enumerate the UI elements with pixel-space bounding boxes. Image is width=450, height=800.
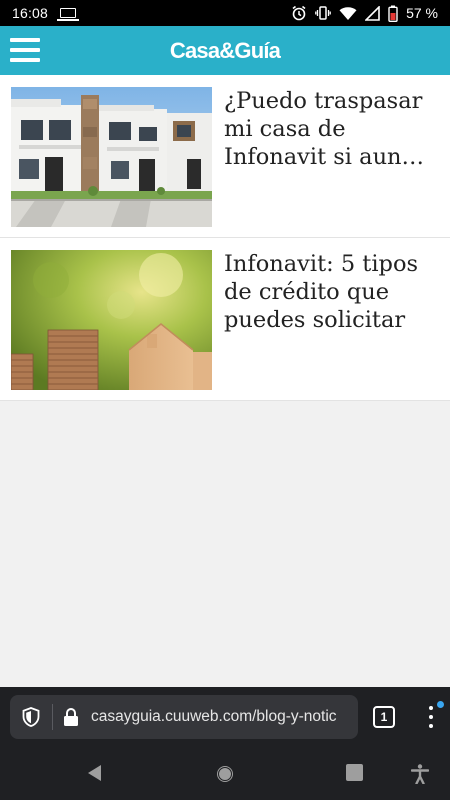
article-card[interactable]: Infonavit: 5 tipos de crédito que puedes… (0, 238, 450, 401)
app-header: Casa&Guía (0, 26, 450, 75)
article-thumbnail[interactable] (11, 250, 212, 390)
battery-percent: 57 % (406, 5, 438, 21)
status-icons: 57 % (291, 5, 438, 22)
lock-icon[interactable] (63, 707, 79, 727)
url-text[interactable]: casayguia.cuuweb.com/blog-y-notic (91, 708, 337, 726)
accessibility-icon[interactable] (410, 764, 430, 789)
status-time: 16:08 (12, 5, 49, 21)
signal-icon (365, 5, 380, 21)
site-logo[interactable]: Casa&Guía (170, 38, 281, 64)
vibrate-icon (315, 6, 331, 20)
address-divider (52, 704, 53, 730)
recents-icon[interactable] (346, 764, 363, 786)
tab-count: 1 (380, 710, 388, 724)
article-card[interactable]: ¿Puedo traspasar mi casa de Infonavit si… (0, 75, 450, 238)
update-badge (437, 701, 444, 708)
back-icon[interactable] (86, 764, 104, 787)
status-bar: 16:08 57 % (0, 0, 450, 26)
article-list: ¿Puedo traspasar mi casa de Infonavit si… (0, 75, 450, 401)
article-title[interactable]: ¿Puedo traspasar mi casa de Infonavit si… (224, 87, 439, 237)
laptop-icon (57, 8, 80, 21)
alarm-icon (292, 5, 306, 21)
system-nav-bar (0, 747, 450, 800)
shield-icon[interactable] (22, 707, 40, 727)
article-thumbnail[interactable] (11, 87, 212, 227)
tabs-icon[interactable]: 1 (373, 706, 395, 728)
hamburger-icon[interactable] (10, 38, 40, 62)
home-icon[interactable] (215, 764, 235, 789)
browser-toolbar: casayguia.cuuweb.com/blog-y-notic 1 (0, 687, 450, 747)
wifi-icon (339, 6, 357, 20)
battery-icon (388, 5, 398, 22)
more-icon[interactable] (428, 706, 434, 728)
address-bar[interactable]: casayguia.cuuweb.com/blog-y-notic (10, 695, 358, 739)
article-title[interactable]: Infonavit: 5 tipos de crédito que puedes… (224, 250, 439, 400)
